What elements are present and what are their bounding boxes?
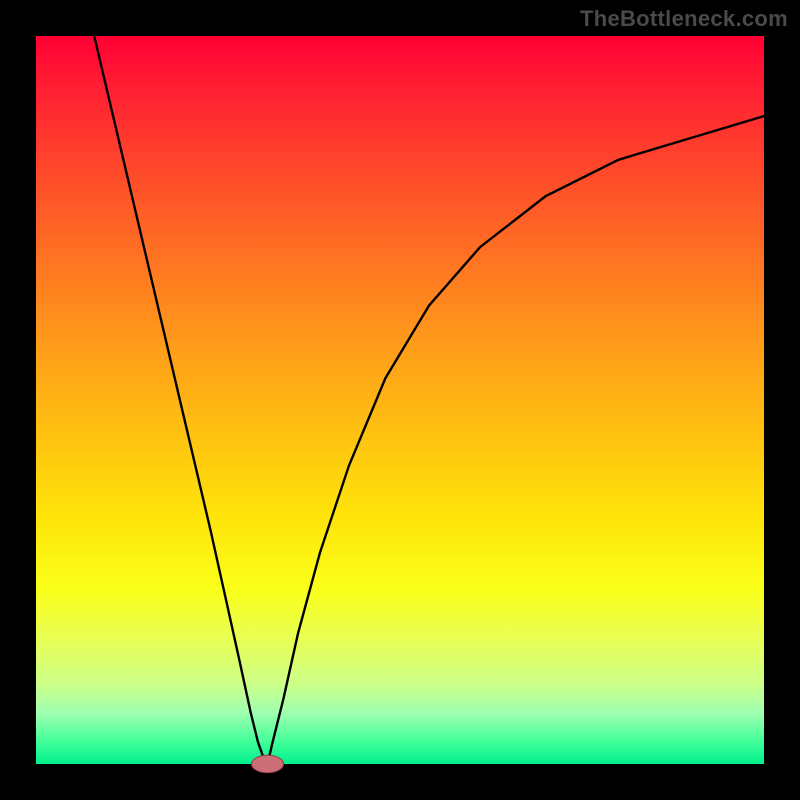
chart-frame: TheBottleneck.com (0, 0, 800, 800)
curve-right (268, 116, 765, 764)
plot-area (36, 36, 764, 764)
bottleneck-curve (36, 36, 764, 764)
curve-left (94, 36, 267, 764)
watermark-text: TheBottleneck.com (580, 6, 788, 32)
minimum-marker (252, 755, 284, 772)
